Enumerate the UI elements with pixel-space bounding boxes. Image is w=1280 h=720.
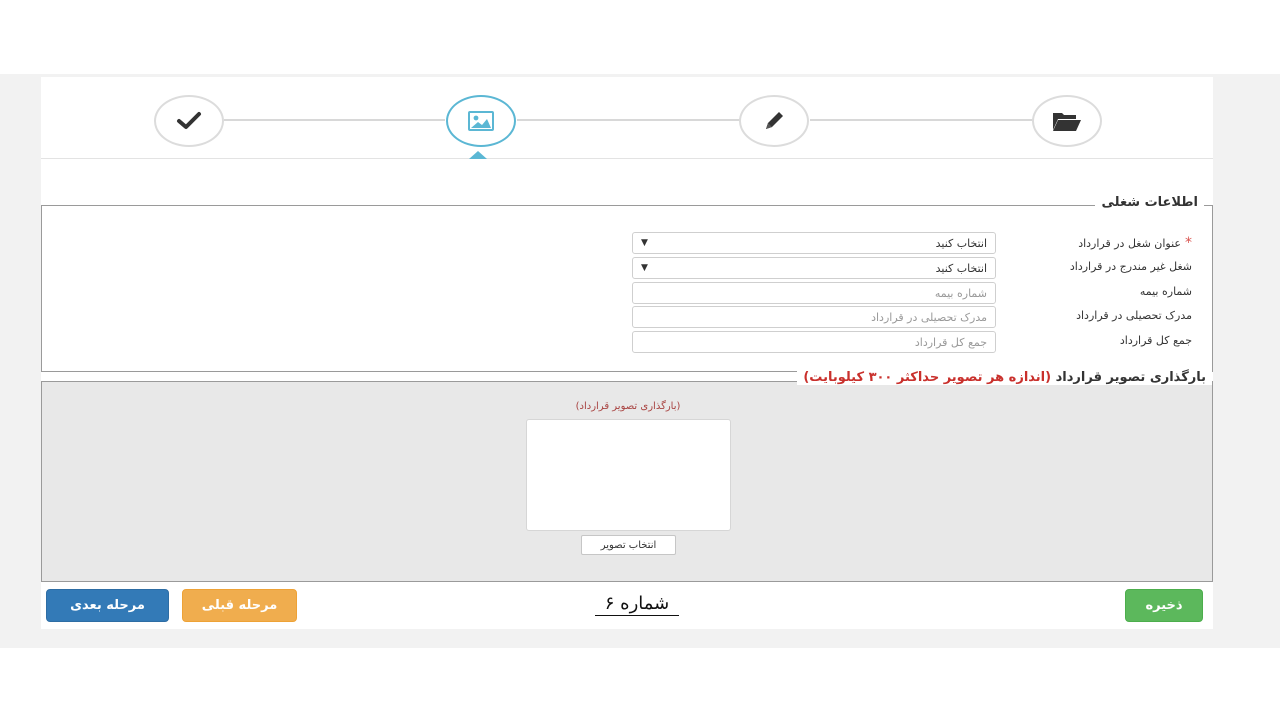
image-preview-box[interactable] bbox=[526, 419, 731, 531]
insurance-number-input[interactable] bbox=[632, 282, 996, 304]
figure-caption: شماره ۶ bbox=[595, 593, 679, 616]
step-image-upload[interactable] bbox=[446, 95, 516, 147]
field-insurance-number: شماره بیمه bbox=[632, 282, 1192, 304]
contract-total-label: جمع کل قرارداد bbox=[1119, 334, 1192, 347]
next-step-button[interactable]: مرحله بعدی bbox=[46, 589, 169, 622]
education-input[interactable] bbox=[632, 306, 996, 328]
insurance-number-label: شماره بیمه bbox=[1139, 285, 1192, 298]
save-button[interactable]: ذخیره bbox=[1125, 589, 1203, 622]
job-title-select[interactable]: انتخاب کنید ▼ bbox=[632, 232, 996, 254]
required-star: * bbox=[1185, 235, 1192, 251]
field-contract-total: جمع کل قرارداد bbox=[632, 331, 1192, 353]
job-info-fieldset: اطلاعات شغلی * عنوان شغل در قرارداد انتخا… bbox=[41, 195, 1213, 372]
upload-size-note: (اندازه هر تصویر حداکثر ۳۰۰ کیلوبایت) bbox=[803, 370, 1052, 385]
wizard-card: اطلاعات شغلی * عنوان شغل در قرارداد انتخا… bbox=[41, 77, 1213, 629]
wizard-connector bbox=[224, 119, 445, 121]
choose-image-button[interactable]: انتخاب تصویر bbox=[581, 535, 676, 555]
check-icon bbox=[177, 112, 201, 129]
other-job-select[interactable]: انتخاب کنید ▼ bbox=[632, 257, 996, 279]
pencil-icon bbox=[766, 112, 783, 129]
field-job-title: * عنوان شغل در قرارداد انتخاب کنید ▼ bbox=[632, 232, 1192, 254]
wizard-connector bbox=[517, 119, 740, 121]
job-info-legend: اطلاعات شغلی bbox=[1095, 195, 1204, 210]
field-other-job: شغل غیر مندرج در قرارداد انتخاب کنید ▼ bbox=[632, 257, 1192, 279]
caret-down-icon: ▼ bbox=[641, 263, 648, 273]
other-job-label: شغل غیر مندرج در قرارداد bbox=[1069, 260, 1192, 273]
step-documents[interactable] bbox=[1032, 95, 1102, 147]
wizard-connector bbox=[810, 119, 1033, 121]
upload-hint: (بارگذاری تصویر قرارداد) bbox=[575, 401, 681, 412]
field-education: مدرک تحصیلی در قرارداد bbox=[632, 306, 1192, 328]
step-confirm[interactable] bbox=[154, 95, 224, 147]
contract-total-input[interactable] bbox=[632, 331, 996, 353]
wizard-steps bbox=[41, 77, 1213, 159]
active-step-pointer bbox=[469, 151, 487, 159]
step-edit-info[interactable] bbox=[739, 95, 809, 147]
contract-image-legend: بارگذاری تصویر قرارداد (اندازه هر تصویر … bbox=[797, 370, 1212, 385]
previous-step-button[interactable]: مرحله قبلی bbox=[182, 589, 297, 622]
education-label: مدرک تحصیلی در قرارداد bbox=[1076, 309, 1192, 322]
caret-down-icon: ▼ bbox=[641, 238, 648, 248]
job-title-label: عنوان شغل در قرارداد bbox=[1078, 237, 1181, 250]
contract-image-fieldset: بارگذاری تصویر قرارداد (اندازه هر تصویر … bbox=[41, 370, 1213, 582]
folder-open-icon bbox=[1053, 113, 1081, 131]
image-icon bbox=[468, 111, 494, 131]
